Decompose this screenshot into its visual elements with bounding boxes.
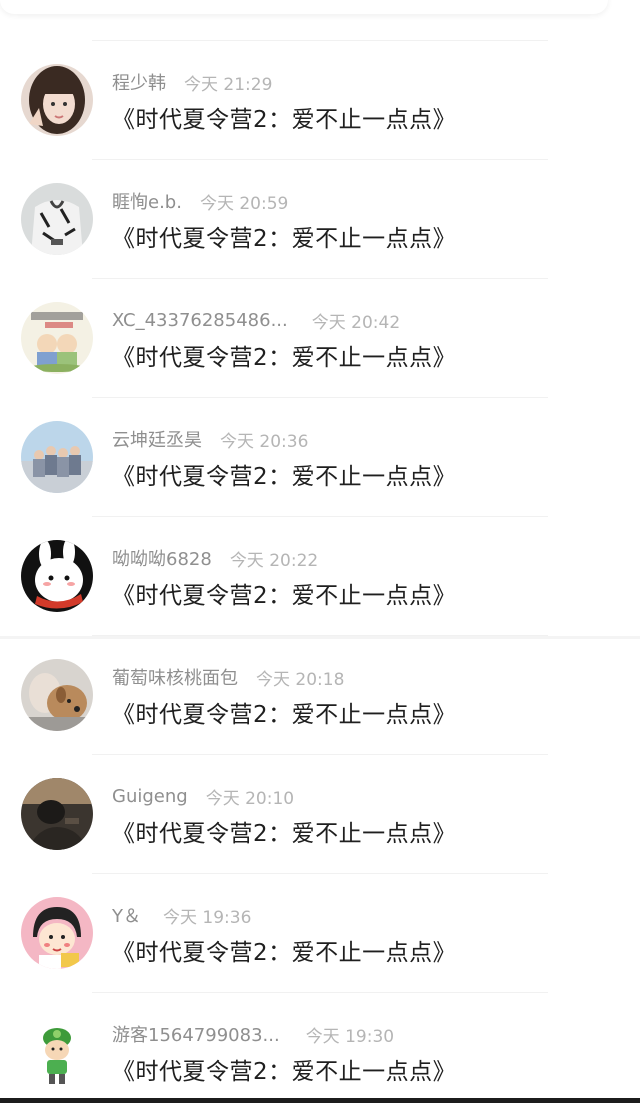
username[interactable]: 呦呦呦6828: [112, 545, 212, 571]
avatar[interactable]: [21, 897, 93, 969]
section-separator: [0, 636, 640, 639]
avatar[interactable]: [21, 183, 93, 255]
username[interactable]: 程少韩: [112, 69, 166, 95]
girl-photo-avatar-icon: [21, 64, 93, 136]
avatar[interactable]: [21, 421, 93, 493]
list-item[interactable]: 葡萄味核桃面包 今天 20:18 《时代夏令营2：爱不止一点点》: [0, 635, 640, 754]
divider: [92, 873, 548, 874]
avatar[interactable]: [21, 1016, 93, 1088]
timestamp: 今天 20:18: [256, 669, 345, 690]
username[interactable]: Guigeng: [112, 786, 188, 807]
timestamp: 今天 20:59: [199, 193, 289, 214]
list-item[interactable]: 程少韩 今天 21:29 《时代夏令营2：爱不止一点点》: [0, 40, 640, 159]
comment-text: 《时代夏令营2：爱不止一点点》: [112, 345, 457, 371]
username[interactable]: 游客1564799083...: [112, 1021, 280, 1047]
comment-text: 《时代夏令营2：爱不止一点点》: [112, 226, 457, 252]
comment-meta: 云坤廷丞昊 今天 20:36: [112, 425, 308, 453]
timestamp: 今天 20:36: [220, 431, 309, 452]
top-card: [0, 0, 608, 14]
cartoon-girl-avatar-icon: [21, 897, 93, 969]
comment-text: 《时代夏令营2：爱不止一点点》: [112, 1059, 457, 1085]
comment-meta: 游客1564799083... 今天 19:30: [112, 1020, 394, 1048]
divider: [92, 516, 548, 517]
avatar[interactable]: [21, 302, 93, 374]
green-hat-cartoon-avatar-icon: [21, 1016, 93, 1088]
comment-meta: Guigeng 今天 20:10: [112, 782, 294, 810]
username[interactable]: 云坤廷丞昊: [112, 426, 202, 452]
list-item[interactable]: 云坤廷丞昊 今天 20:36 《时代夏令营2：爱不止一点点》: [0, 397, 640, 516]
comment-text: 《时代夏令营2：爱不止一点点》: [112, 821, 457, 847]
timestamp: 今天 20:10: [205, 788, 295, 809]
timestamp: 今天 20:22: [229, 550, 319, 571]
divider: [92, 992, 548, 993]
divider: [92, 754, 548, 755]
list-item[interactable]: Y＆ 今天 19:36 《时代夏令营2：爱不止一点点》: [0, 873, 640, 992]
list-item[interactable]: XC_43376285486... 今天 20:42 《时代夏令营2：爱不止一点…: [0, 278, 640, 397]
list-item[interactable]: 睚恂e.b. 今天 20:59 《时代夏令营2：爱不止一点点》: [0, 159, 640, 278]
comment-meta: 葡萄味核桃面包 今天 20:18: [112, 663, 344, 691]
comment-text: 《时代夏令营2：爱不止一点点》: [112, 940, 457, 966]
username[interactable]: Y＆: [112, 902, 141, 928]
timestamp: 今天 19:36: [163, 907, 252, 928]
graffiti-shirt-avatar-icon: [21, 183, 93, 255]
dark-portrait-avatar-icon: [21, 778, 93, 850]
comment-text: 《时代夏令营2：爱不止一点点》: [112, 702, 457, 728]
list-item[interactable]: Guigeng 今天 20:10 《时代夏令营2：爱不止一点点》: [0, 754, 640, 873]
comment-meta: 程少韩 今天 21:29: [112, 68, 272, 96]
username[interactable]: XC_43376285486...: [112, 310, 288, 331]
avatar[interactable]: [21, 659, 93, 731]
cartoon-bunny-avatar-icon: [21, 540, 93, 612]
list-item[interactable]: 游客1564799083... 今天 19:30 《时代夏令营2：爱不止一点点》: [0, 992, 640, 1111]
avatar[interactable]: [21, 778, 93, 850]
list-item[interactable]: 呦呦呦6828 今天 20:22 《时代夏令营2：爱不止一点点》: [0, 516, 640, 635]
avatar[interactable]: [21, 64, 93, 136]
comment-meta: XC_43376285486... 今天 20:42: [112, 306, 400, 334]
timestamp: 今天 21:29: [184, 74, 273, 95]
comment-list: 程少韩 今天 21:29 《时代夏令营2：爱不止一点点》 睚恂e.b. 今天 2…: [0, 40, 640, 1111]
comment-meta: 呦呦呦6828 今天 20:22: [112, 544, 318, 572]
divider: [92, 397, 548, 398]
comment-meta: 睚恂e.b. 今天 20:59: [112, 187, 288, 215]
username[interactable]: 睚恂e.b.: [112, 188, 182, 214]
divider: [92, 159, 548, 160]
comment-text: 《时代夏令营2：爱不止一点点》: [112, 464, 457, 490]
comment-text: 《时代夏令营2：爱不止一点点》: [112, 107, 457, 133]
sticker-kids-avatar-icon: [21, 302, 93, 374]
dog-photo-avatar-icon: [21, 659, 93, 731]
group-photo-avatar-icon: [21, 421, 93, 493]
username[interactable]: 葡萄味核桃面包: [112, 664, 238, 690]
comment-meta: Y＆ 今天 19:36: [112, 901, 251, 929]
bottom-edge: [0, 1098, 640, 1103]
avatar[interactable]: [21, 540, 93, 612]
timestamp: 今天 19:30: [305, 1026, 395, 1047]
divider: [92, 40, 548, 41]
timestamp: 今天 20:42: [311, 312, 401, 333]
divider: [92, 278, 548, 279]
comment-text: 《时代夏令营2：爱不止一点点》: [112, 583, 457, 609]
